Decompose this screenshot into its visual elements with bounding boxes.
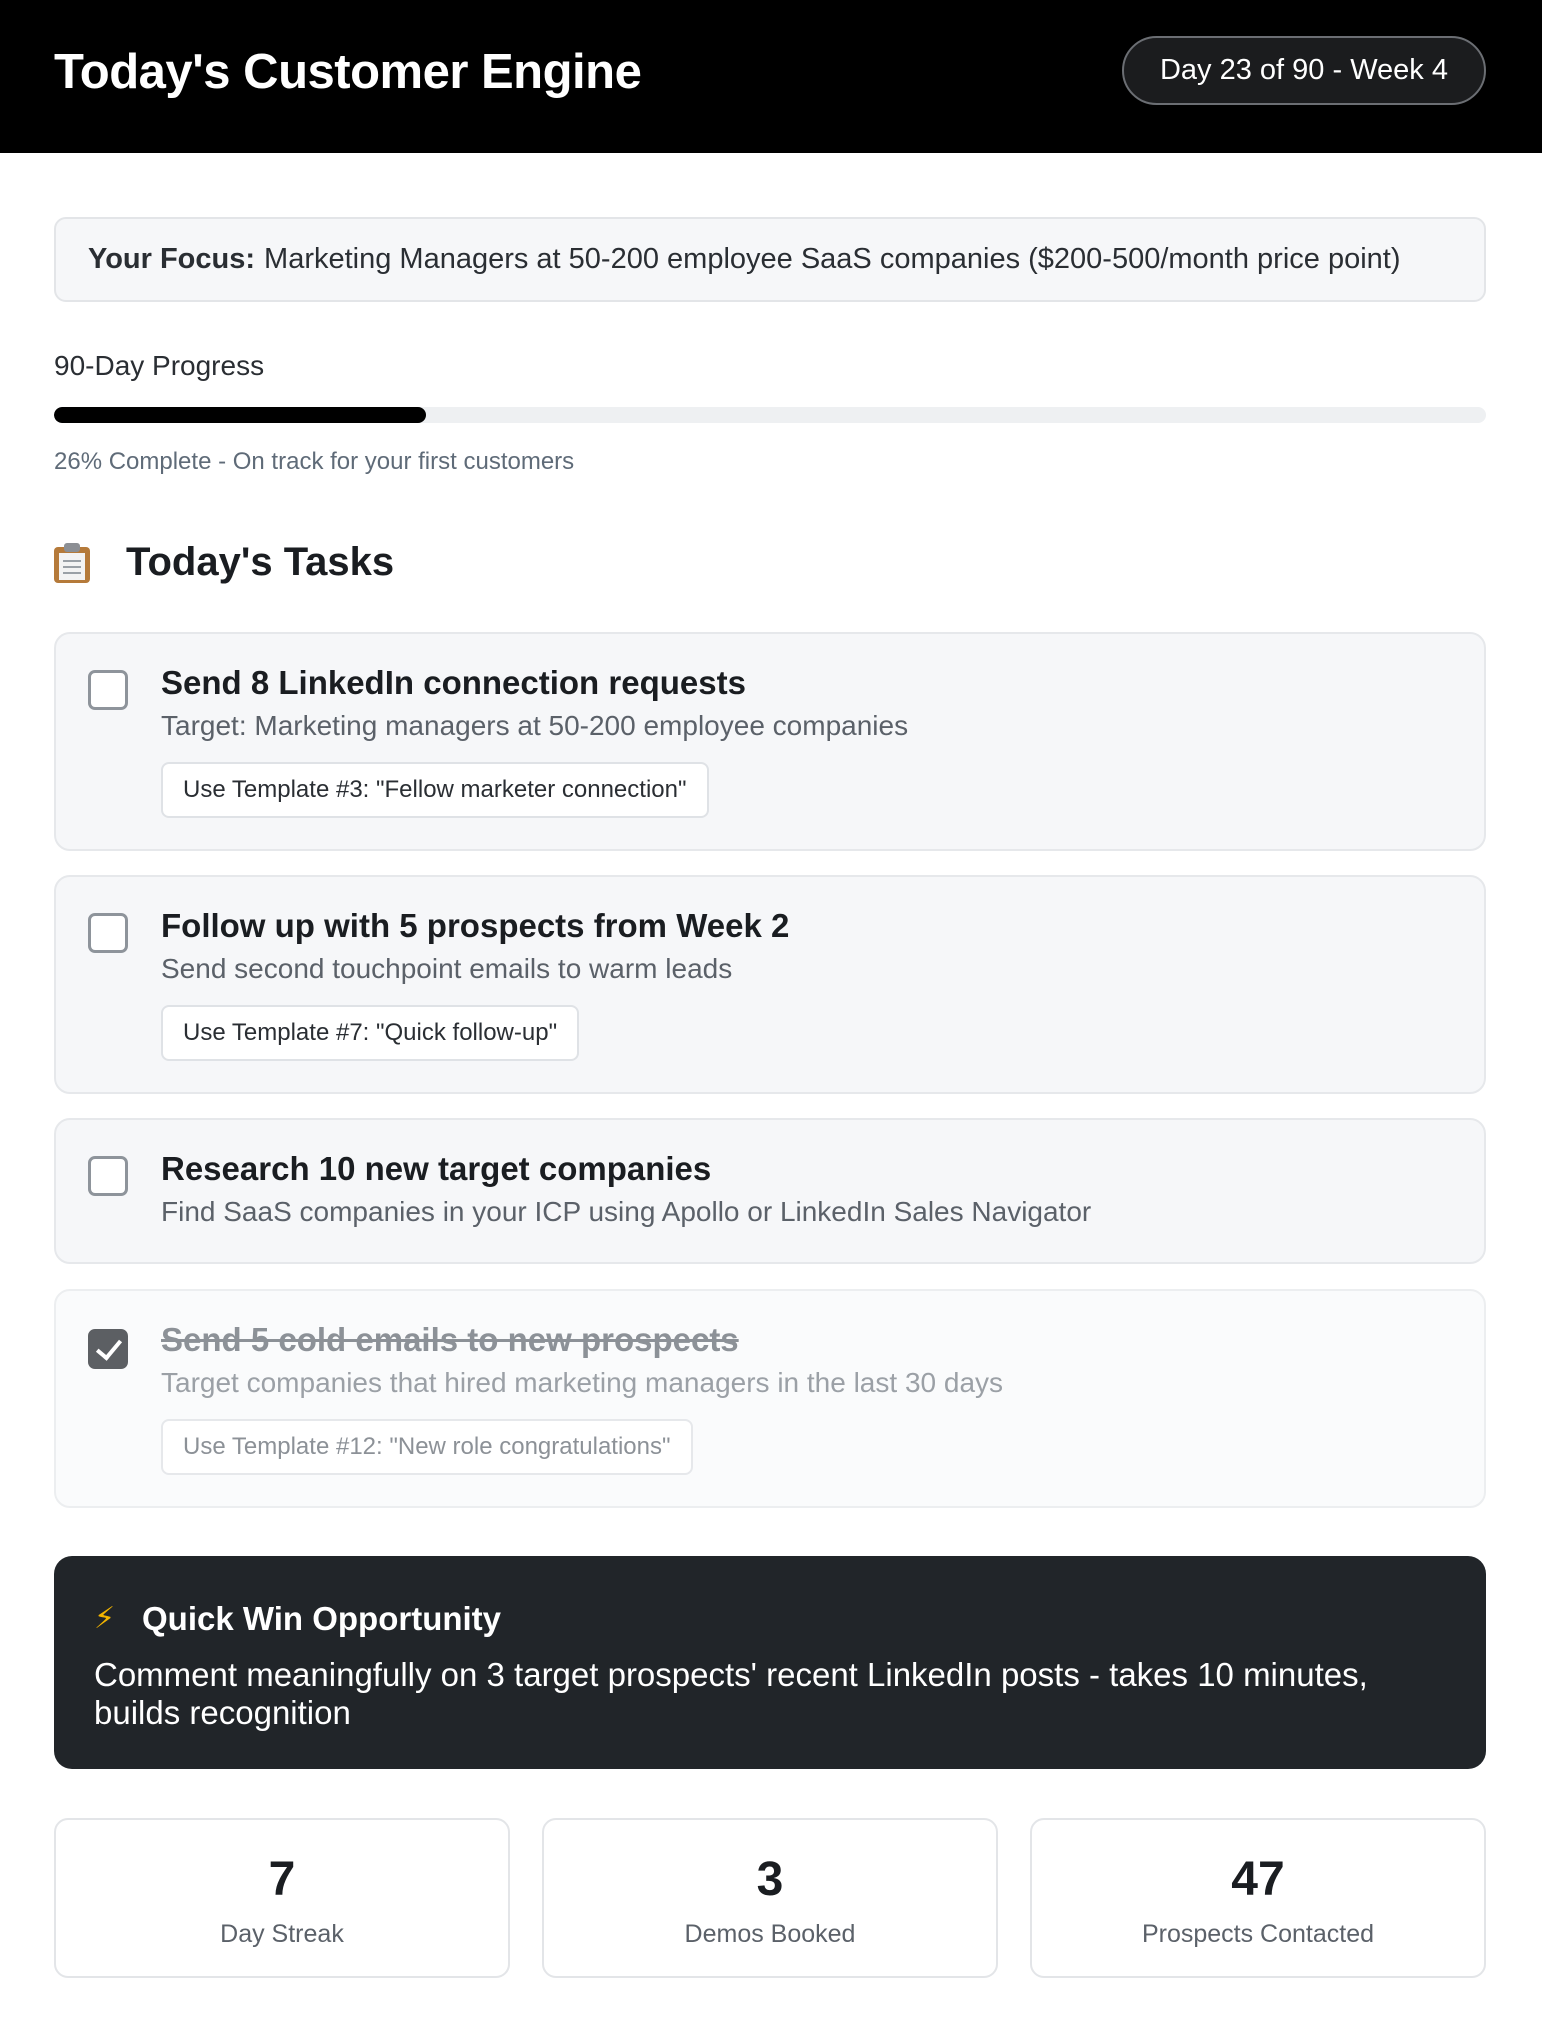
task-description: Target companies that hired marketing ma… — [161, 1367, 1004, 1398]
stat-card-day-streak: 7 Day Streak — [54, 1818, 510, 1978]
focus-banner: Your Focus: Marketing Managers at 50-200… — [54, 217, 1486, 302]
task-card: Follow up with 5 prospects from Week 2 S… — [54, 875, 1486, 1094]
tasks-section-title: Today's Tasks — [126, 540, 395, 584]
stat-value: 3 — [756, 1853, 784, 1906]
stat-card-demos-booked: 3 Demos Booked — [542, 1818, 998, 1978]
page-title: Today's Customer Engine — [54, 45, 642, 99]
stat-label: Day Streak — [220, 1920, 344, 1948]
task-title: Send 5 cold emails to new prospects — [161, 1321, 739, 1358]
quick-win-title: Quick Win Opportunity — [142, 1600, 502, 1637]
lightning-icon: ⚡ — [94, 1602, 116, 1635]
stat-label: Demos Booked — [684, 1920, 856, 1948]
task-title: Research 10 new target companies — [161, 1150, 712, 1187]
quick-win-panel: ⚡ Quick Win Opportunity Comment meaningf… — [54, 1556, 1486, 1769]
task-card-completed: Send 5 cold emails to new prospects Targ… — [54, 1289, 1486, 1508]
focus-text: Marketing Managers at 50-200 employee Sa… — [264, 243, 1401, 275]
header-bar: Today's Customer Engine Day 23 of 90 - W… — [0, 0, 1542, 153]
clipboard-icon — [54, 542, 90, 583]
task-card: Send 8 LinkedIn connection requests Targ… — [54, 632, 1486, 851]
task-title: Send 8 LinkedIn connection requests — [161, 664, 746, 701]
stat-card-prospects-contacted: 47 Prospects Contacted — [1030, 1818, 1486, 1978]
task-description: Target: Marketing managers at 50-200 emp… — [161, 710, 909, 741]
task-description: Find SaaS companies in your ICP using Ap… — [161, 1196, 1092, 1227]
task-description: Send second touchpoint emails to warm le… — [161, 953, 733, 984]
focus-label: Your Focus: — [88, 243, 256, 275]
task-title: Follow up with 5 prospects from Week 2 — [161, 907, 790, 944]
template-button[interactable]: Use Template #12: "New role congratulati… — [161, 1419, 693, 1475]
quick-win-text: Comment meaningfully on 3 target prospec… — [94, 1656, 1368, 1731]
progress-label: 90-Day Progress — [54, 350, 265, 381]
stat-value: 7 — [268, 1853, 296, 1906]
task-checkbox[interactable] — [88, 913, 128, 953]
stat-value: 47 — [1231, 1853, 1285, 1906]
stat-label: Prospects Contacted — [1141, 1920, 1375, 1948]
template-button[interactable]: Use Template #7: "Quick follow-up" — [161, 1005, 580, 1061]
progress-bar — [54, 407, 1486, 423]
progress-bar-fill — [54, 407, 427, 423]
day-progress-badge: Day 23 of 90 - Week 4 — [1122, 36, 1486, 105]
tasks-heading: Today's Tasks — [54, 540, 394, 585]
task-checkbox-checked[interactable] — [88, 1329, 128, 1369]
task-card: Research 10 new target companies Find Sa… — [54, 1118, 1486, 1264]
task-checkbox[interactable] — [88, 670, 128, 710]
template-button[interactable]: Use Template #3: "Fellow marketer connec… — [161, 762, 709, 818]
task-checkbox[interactable] — [88, 1156, 128, 1196]
progress-caption: 26% Complete - On track for your first c… — [54, 448, 575, 475]
